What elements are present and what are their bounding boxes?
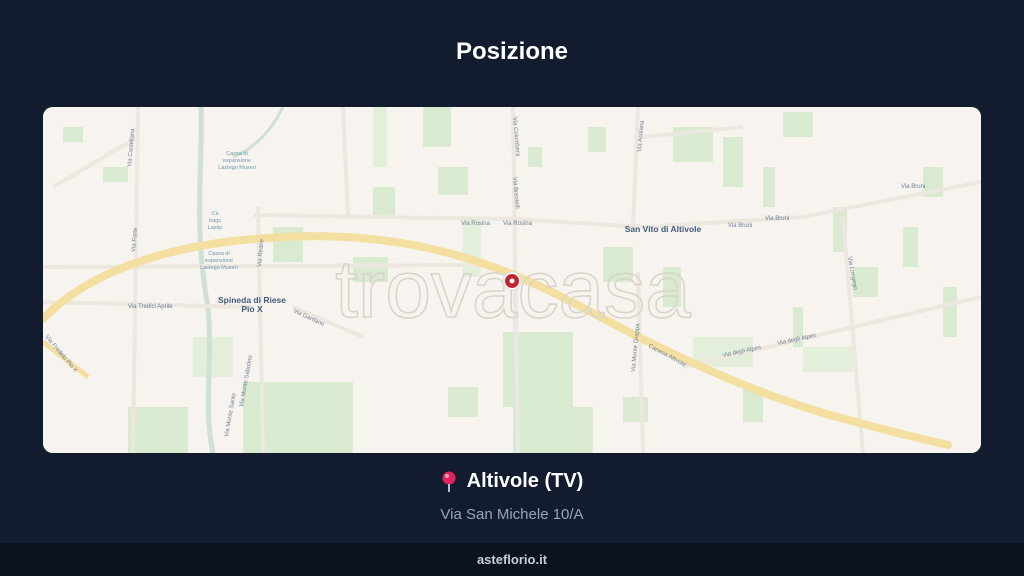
street-label: Via Bruni [765,216,789,222]
footer: asteflorio.it [0,543,1024,576]
street-label: Via Bruni [901,184,925,190]
map[interactable]: trovacasa Spineda di Riese Pio X San Vit… [43,107,981,453]
location-name: Altivole (TV) [466,470,584,492]
poi-label: Cassa di [226,151,247,157]
street-label: Via Tredici Aprile [128,304,173,310]
poi-label: Lastego Museri [218,165,256,171]
place-label-spineda-2: Pio X [241,304,263,314]
poi-label: Lastego Museri [200,265,238,271]
poi-label: bags [209,218,221,224]
poi-label: Cà [211,211,219,217]
street-label: Via Rosina [503,221,533,227]
map-canvas[interactable]: trovacasa Spineda di Riese Pio X San Vit… [43,107,981,453]
poi-label: espansione [223,158,251,164]
place-label-san-vito: San Vito di Altivole [625,224,702,234]
location-title: Altivole (TV) [441,470,584,493]
footer-site: asteflorio.it [476,552,548,567]
poi-label: espansione [205,258,233,264]
poi-label: Lastip [208,225,223,231]
location-marker-icon[interactable] [502,271,522,291]
location-address: Via San Michele 10/A [440,505,584,523]
map-pin-icon [441,471,457,493]
location-info: Altivole (TV) Via San Michele 10/A [0,470,1024,523]
street-label: Via Rosina [461,221,491,227]
street-label: Via Bruni [728,223,752,229]
page-title: Posizione [455,38,569,65]
poi-label: Cassa di [208,251,229,257]
